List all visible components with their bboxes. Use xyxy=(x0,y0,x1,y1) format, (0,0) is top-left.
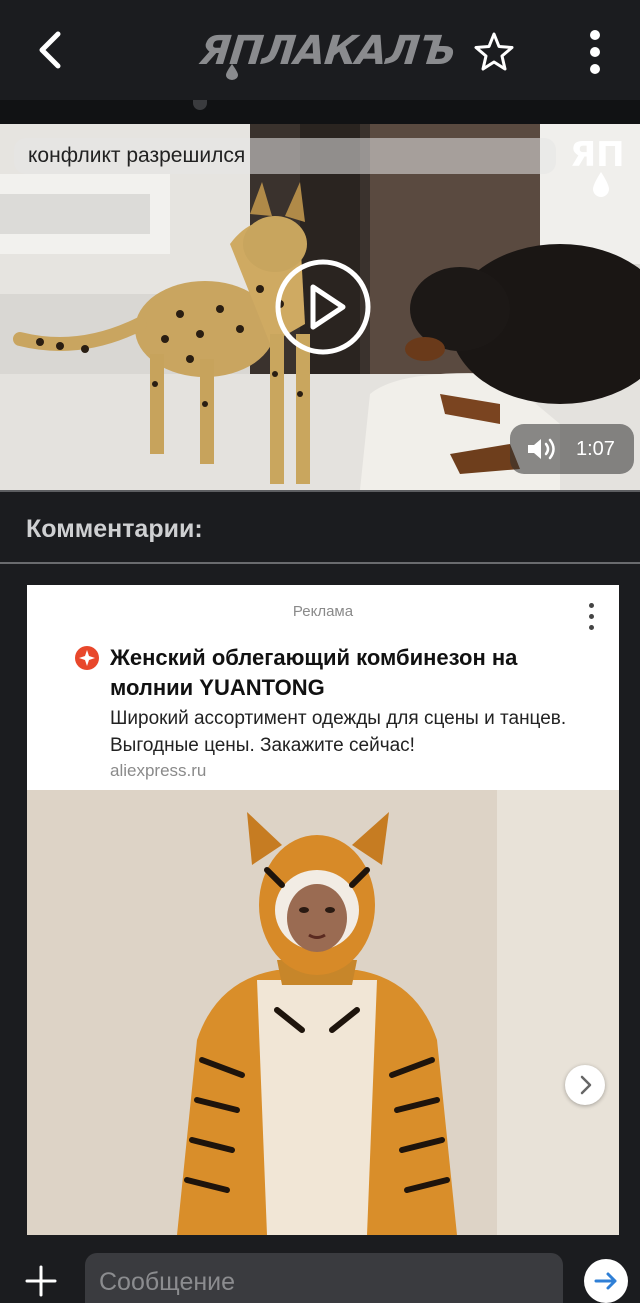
back-button[interactable] xyxy=(30,28,74,72)
play-button[interactable] xyxy=(273,257,373,357)
ad-domain[interactable]: aliexpress.ru xyxy=(110,759,206,783)
logo-drop-icon xyxy=(226,64,238,80)
svg-text:ЯП: ЯП xyxy=(570,135,625,175)
arrow-right-icon xyxy=(594,1272,617,1290)
star-outline-icon xyxy=(474,32,514,71)
plus-icon xyxy=(25,1265,57,1297)
divider xyxy=(0,490,640,492)
volume-icon[interactable] xyxy=(526,436,558,462)
app-screen: ЯПЛАКАЛЪ конфликт разрешился ЯП 1:07 Ком… xyxy=(0,0,640,1303)
ad-title[interactable]: Женский облегающий комбинезон на молнии … xyxy=(110,643,590,703)
ad-description: Широкий ассортимент одежды для сцены и т… xyxy=(110,708,567,756)
aliexpress-icon xyxy=(75,646,99,670)
watermark-logo: ЯП xyxy=(570,135,625,197)
chevron-right-icon xyxy=(580,1075,592,1095)
ad-card[interactable]: Реклама Женский облегающий комбинезон на… xyxy=(27,585,619,1235)
play-circle-icon xyxy=(275,259,371,355)
top-app-bar: ЯПЛАКАЛЪ xyxy=(0,0,640,100)
ad-menu-button[interactable] xyxy=(581,599,601,635)
chevron-left-icon xyxy=(39,31,61,69)
send-button[interactable] xyxy=(584,1259,628,1303)
overflow-menu-button[interactable] xyxy=(580,26,612,78)
ad-image[interactable] xyxy=(27,790,619,1235)
more-vertical-icon xyxy=(589,603,594,608)
header-shadow-strip xyxy=(0,100,640,124)
video-duration: 1:07 xyxy=(576,438,615,460)
message-composer xyxy=(0,1235,640,1303)
message-input[interactable] xyxy=(85,1253,563,1303)
video-player[interactable]: конфликт разрешился ЯП 1:07 xyxy=(0,124,640,490)
comments-heading: Комментарии: xyxy=(26,515,203,543)
video-controls-pill: 1:07 xyxy=(510,424,634,474)
ad-next-button[interactable] xyxy=(565,1065,605,1105)
ad-label: Реклама xyxy=(292,603,354,620)
divider xyxy=(0,562,640,564)
ad-photo xyxy=(27,790,619,1235)
video-title: конфликт разрешился xyxy=(14,138,556,174)
more-vertical-icon xyxy=(590,30,600,40)
attach-button[interactable] xyxy=(24,1264,58,1298)
favorite-button[interactable] xyxy=(472,30,516,74)
